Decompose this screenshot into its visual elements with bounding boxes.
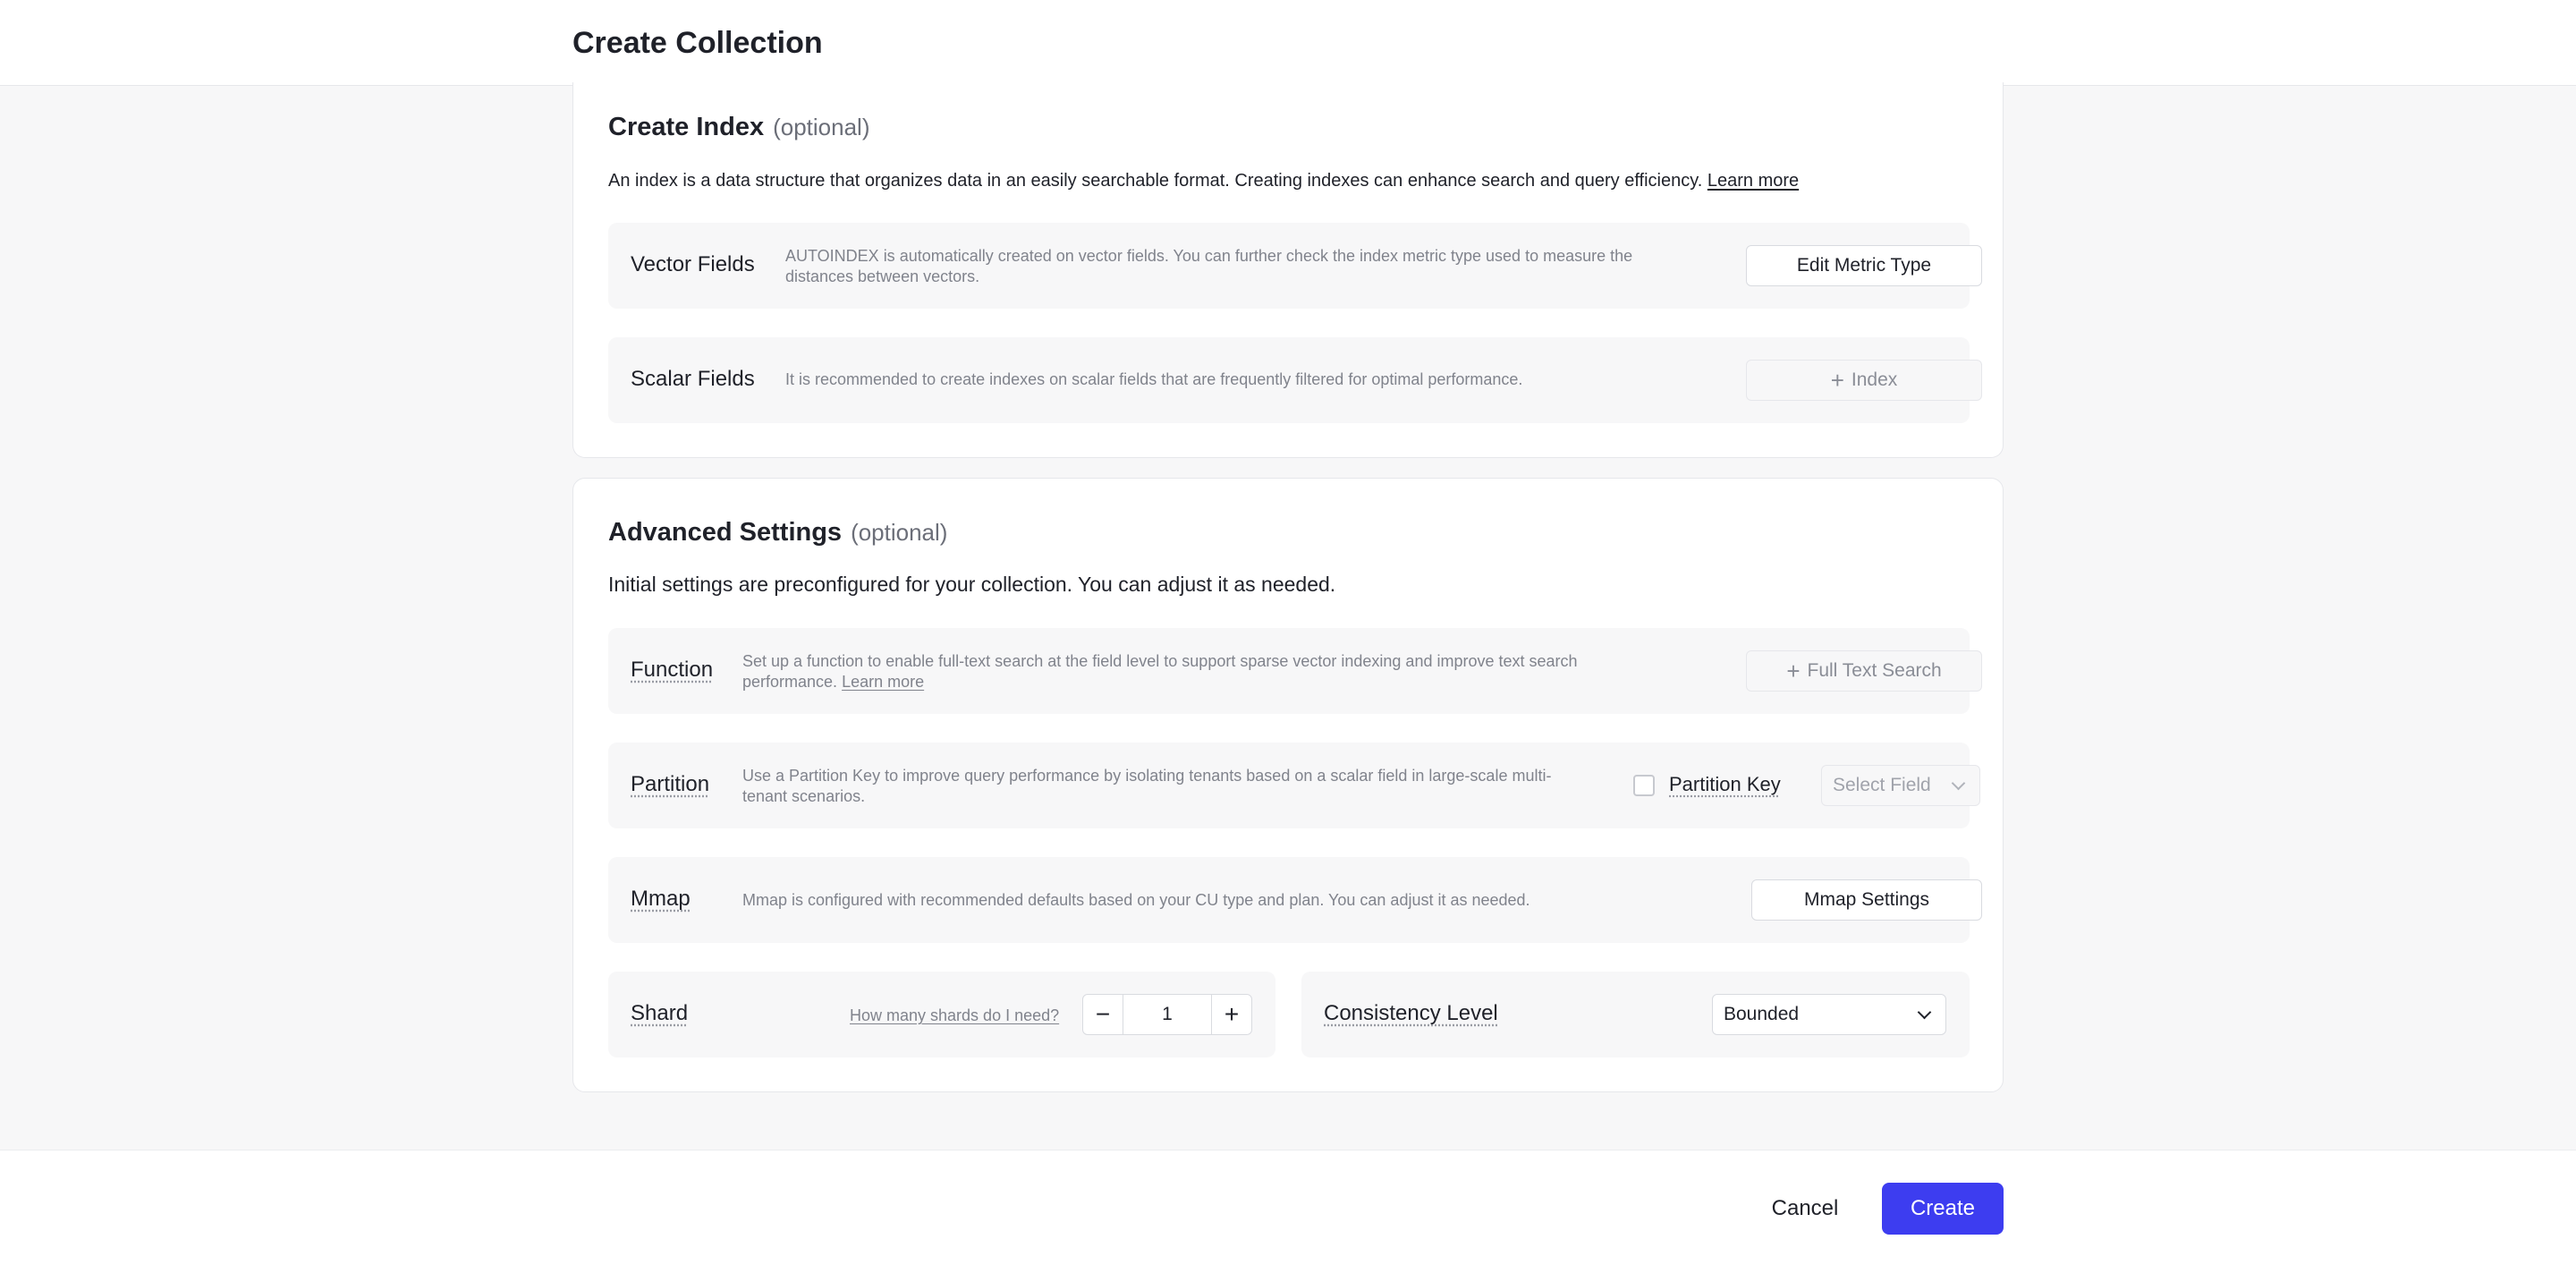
create-index-title-text: Create Index — [608, 113, 765, 141]
mmap-settings-button[interactable]: Mmap Settings — [1751, 879, 1982, 921]
shard-help-link[interactable]: How many shards do I need? — [850, 1006, 1059, 1025]
create-index-title: Create Index (optional) — [608, 111, 869, 143]
vector-fields-label: Vector Fields — [631, 252, 755, 276]
minus-icon[interactable]: − — [1083, 995, 1123, 1034]
plus-icon[interactable]: + — [1212, 995, 1251, 1034]
advanced-settings-title: Advanced Settings (optional) — [608, 516, 947, 548]
consistency-level-select[interactable]: Bounded — [1712, 994, 1946, 1035]
advanced-settings-description: Initial settings are preconfigured for y… — [608, 573, 1336, 596]
shard-row: Shard How many shards do I need? − 1 + — [608, 972, 1275, 1057]
optional-tag: (optional) — [851, 519, 948, 546]
function-description: Set up a function to enable full-text se… — [742, 651, 1673, 692]
mmap-label: Mmap — [631, 887, 691, 911]
function-learn-more-link[interactable]: Learn more — [842, 673, 924, 691]
plus-icon: + — [1830, 367, 1844, 394]
full-text-search-button[interactable]: + Full Text Search — [1746, 650, 1982, 692]
consistency-level-value: Bounded — [1724, 1004, 1800, 1024]
shard-label: Shard — [631, 1001, 689, 1025]
index-learn-more-link[interactable]: Learn more — [1707, 171, 1799, 191]
chevron-down-icon — [1951, 776, 1966, 791]
advanced-settings-card: Advanced Settings (optional) Initial sett… — [572, 478, 2004, 1092]
consistency-level-row: Consistency Level Bounded — [1301, 972, 1970, 1057]
mmap-row: Mmap Mmap is configured with recommended… — [608, 857, 1982, 943]
plus-icon: + — [1786, 658, 1801, 684]
partition-key-checkbox[interactable] — [1633, 775, 1655, 796]
optional-tag: (optional) — [773, 114, 870, 140]
scalar-fields-description: It is recommended to create indexes on s… — [785, 370, 1523, 388]
edit-metric-type-button[interactable]: Edit Metric Type — [1746, 245, 1982, 286]
consistency-level-label: Consistency Level — [1324, 1001, 1498, 1025]
shard-stepper: − 1 + — [1082, 994, 1252, 1035]
scalar-fields-row: Scalar Fields It is recommended to creat… — [608, 337, 1982, 423]
select-field-placeholder: Select Field — [1833, 775, 1931, 795]
advanced-settings-title-text: Advanced Settings — [608, 518, 843, 547]
create-button[interactable]: Create — [1882, 1183, 2004, 1235]
add-index-button[interactable]: + Index — [1746, 360, 1982, 401]
create-index-card: Create Index (optional) An index is a dat… — [572, 82, 2004, 458]
scalar-fields-label: Scalar Fields — [631, 367, 755, 391]
create-index-description-text: An index is a data structure that organi… — [608, 171, 1703, 191]
chevron-down-icon — [1917, 1005, 1932, 1020]
partition-key-label: Partition Key — [1669, 773, 1781, 795]
partition-row: Partition Use a Partition Key to improve… — [608, 743, 1980, 828]
full-text-search-label: Full Text Search — [1807, 660, 1942, 681]
page-title: Create Collection — [572, 26, 823, 60]
vector-fields-row: Vector Fields AUTOINDEX is automatically… — [608, 223, 1982, 309]
cancel-button[interactable]: Cancel — [1748, 1183, 1862, 1235]
mmap-description: Mmap is configured with recommended defa… — [742, 891, 1530, 909]
create-index-description: An index is a data structure that organi… — [608, 169, 1799, 192]
vector-fields-description: AUTOINDEX is automatically created on ve… — [785, 247, 1633, 285]
partition-field-select[interactable]: Select Field — [1821, 765, 1980, 806]
partition-label: Partition — [631, 772, 710, 796]
add-index-label: Index — [1851, 369, 1898, 390]
shard-value[interactable]: 1 — [1123, 995, 1212, 1034]
footer-bar: Cancel Create — [0, 1150, 2576, 1265]
function-row: Function Set up a function to enable ful… — [608, 628, 1982, 714]
top-bar: Create Collection — [0, 0, 2576, 86]
partition-description: Use a Partition Key to improve query per… — [742, 767, 1552, 805]
function-label: Function — [631, 658, 714, 682]
